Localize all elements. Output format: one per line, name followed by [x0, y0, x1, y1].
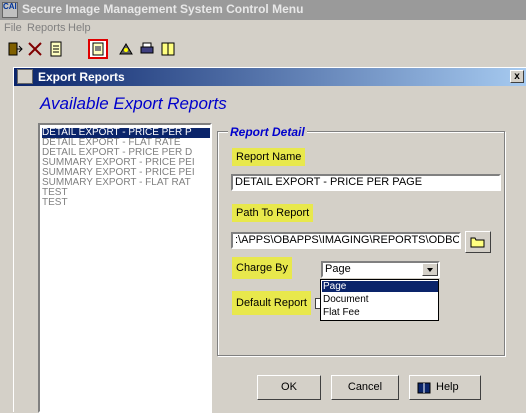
ok-button[interactable]: OK [257, 375, 321, 400]
chevron-down-icon [427, 268, 433, 272]
printer-icon [140, 42, 154, 54]
help-book-icon [417, 382, 431, 394]
report-list-item[interactable]: DETAIL EXPORT - FLAT RATE [42, 138, 210, 148]
app-title: Secure Image Management System Control M… [22, 2, 304, 16]
image-button[interactable] [116, 39, 136, 59]
charge-by-label: Charge By [232, 257, 292, 279]
export-reports-dialog: Export Reports x Available Export Report… [13, 67, 526, 413]
app-title-bar: CAI Secure Image Management System Contr… [0, 0, 526, 20]
dialog-title-bar: Export Reports x [14, 68, 526, 86]
export-reports-icon [92, 42, 104, 56]
book-icon [161, 42, 175, 56]
image-icon [119, 43, 133, 55]
report-name-field[interactable]: DETAIL EXPORT - PRICE PER PAGE [231, 174, 501, 191]
app-logo-icon: CAI [2, 2, 18, 18]
available-reports-heading: Available Export Reports [40, 94, 227, 113]
report-list-item[interactable]: SUMMARY EXPORT - PRICE PEI [42, 168, 210, 178]
report-list-item[interactable]: TEST [42, 198, 210, 208]
toolbar [0, 38, 526, 64]
report-name-label: Report Name [232, 148, 306, 166]
cancel-button[interactable]: Cancel [331, 375, 399, 400]
exit-button[interactable] [5, 39, 25, 59]
book-button[interactable] [158, 39, 178, 59]
tools-button[interactable] [25, 39, 45, 59]
menu-reports[interactable]: Reports [27, 22, 66, 34]
charge-by-value: Page [325, 263, 351, 275]
exit-icon [8, 42, 23, 56]
charge-by-option[interactable]: Document [322, 294, 438, 305]
path-to-report-label: Path To Report [232, 204, 314, 222]
printer-button[interactable] [137, 39, 157, 59]
charge-by-select[interactable]: Page [321, 261, 440, 278]
report-list-item[interactable]: DETAIL EXPORT - PRICE PER D [42, 148, 210, 158]
report-list-item[interactable]: SUMMARY EXPORT - PRICE PEI [42, 158, 210, 168]
dropdown-button[interactable] [422, 263, 438, 276]
reports-listbox[interactable]: DETAIL EXPORT - PRICE PER P DETAIL EXPOR… [38, 123, 212, 413]
charge-by-option[interactable]: Page [322, 281, 438, 292]
browse-button[interactable] [465, 231, 491, 253]
help-button-label: Help [436, 381, 459, 393]
help-button[interactable]: Help [409, 375, 481, 400]
menu-bar: File Reports Help [0, 21, 526, 37]
folder-open-icon [470, 237, 485, 248]
default-report-label: Default Report [232, 291, 311, 315]
document-button[interactable] [46, 39, 66, 59]
path-to-report-field[interactable]: :\APPS\OBAPPS\IMAGING\REPORTS\ODBC [231, 232, 461, 249]
report-list-item[interactable]: SUMMARY EXPORT - FLAT RAT [42, 178, 210, 188]
tools-icon [28, 42, 42, 56]
close-button[interactable]: x [510, 70, 524, 83]
charge-by-dropdown-list: Page Document Flat Fee [320, 279, 439, 321]
charge-by-option[interactable]: Flat Fee [322, 307, 438, 318]
export-reports-button[interactable] [88, 39, 108, 59]
menu-help[interactable]: Help [68, 22, 91, 34]
document-icon [50, 41, 62, 57]
report-detail-title: Report Detail [228, 125, 307, 139]
menu-file[interactable]: File [4, 22, 22, 34]
report-list-item[interactable]: TEST [42, 188, 210, 198]
dialog-title: Export Reports [38, 70, 125, 84]
report-list-item[interactable]: DETAIL EXPORT - PRICE PER P [42, 128, 210, 138]
dialog-app-icon [17, 69, 33, 84]
